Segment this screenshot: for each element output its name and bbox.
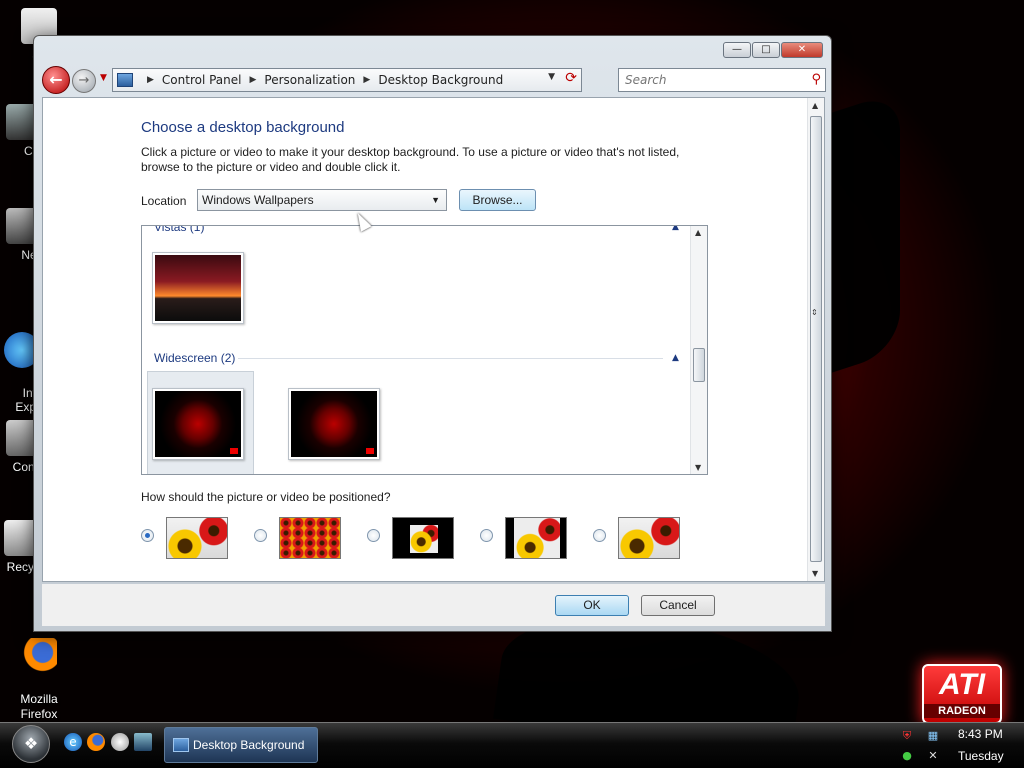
position-option-fill[interactable] [141, 517, 241, 561]
show-desktop-icon[interactable] [134, 733, 152, 751]
wallpaper-gallery[interactable]: Vistas (1) ▲ Widescreen (2) ▲ ▲ ▼ [141, 225, 708, 475]
position-radio[interactable] [593, 529, 606, 542]
scrollbar-thumb[interactable] [810, 116, 822, 562]
address-bar[interactable]: ▶ Control Panel ▶ Personalization ▶ Desk… [112, 68, 582, 92]
wallpaper-image [155, 255, 241, 321]
ok-button[interactable]: OK [555, 595, 629, 616]
caption-buttons: — □ ✕ [722, 42, 823, 58]
clock-time[interactable]: 8:43 PM [958, 727, 1003, 741]
back-button[interactable]: ← [42, 66, 70, 94]
dialog-footer: OK Cancel [42, 584, 825, 626]
search-input[interactable] [619, 69, 799, 91]
control-panel-icon [117, 73, 133, 87]
scroll-up-icon[interactable]: ▲ [812, 101, 818, 110]
location-value: Windows Wallpapers [202, 193, 314, 207]
location-label: Location [141, 194, 187, 208]
close-button[interactable]: ✕ [781, 42, 823, 58]
position-option-fit[interactable] [480, 517, 580, 561]
address-dropdown-icon[interactable]: ▼ [548, 72, 555, 82]
wallpaper-image [291, 391, 377, 457]
internet-explorer-icon[interactable]: e [64, 733, 82, 751]
breadcrumb-personalization[interactable]: Personalization [264, 73, 355, 87]
firefox-icon [21, 638, 57, 674]
desktop-icon-internet-explorer[interactable]: Int Exp [0, 318, 40, 428]
logo-subtext: RADEON [924, 704, 1000, 718]
cancel-button[interactable]: Cancel [641, 595, 715, 616]
search-box[interactable]: ⚲ [618, 68, 826, 92]
desktop-icon-label: Int Exp [15, 386, 36, 414]
logo-text: ATI [938, 668, 986, 701]
position-option-stretch[interactable] [593, 517, 693, 561]
desktop-icon-recycle-bin[interactable]: Recy [0, 520, 40, 574]
breadcrumb-control-panel[interactable]: Control Panel [162, 73, 242, 87]
position-radio[interactable] [480, 529, 493, 542]
clock-day[interactable]: Tuesday [958, 749, 1004, 763]
position-radio[interactable] [141, 529, 154, 542]
position-radio[interactable] [367, 529, 380, 542]
chevron-right-icon[interactable]: ▶ [147, 75, 154, 85]
group-header-vistas[interactable]: Vistas (1) [154, 226, 204, 234]
firefox-icon[interactable] [87, 733, 105, 751]
refresh-icon[interactable]: ⟳ [565, 70, 577, 86]
gallery-scrollbar[interactable]: ▲ ▼ [690, 226, 707, 474]
scroll-up-icon[interactable]: ▲ [695, 228, 701, 237]
center-preview-image[interactable] [392, 517, 454, 559]
start-button[interactable]: ❖ [12, 725, 50, 763]
network-status-icon[interactable]: ▦ [926, 729, 940, 743]
chevron-right-icon[interactable]: ▶ [250, 75, 257, 85]
collapse-icon[interactable]: ▲ [672, 226, 679, 232]
intro-text: Click a picture or video to make it your… [141, 145, 701, 175]
content-scrollbar[interactable]: ▲ ⇕ ▼ [807, 98, 824, 581]
search-icon[interactable]: ⚲ [811, 72, 821, 87]
page-title: Choose a desktop background [141, 119, 345, 136]
media-player-icon[interactable] [111, 733, 129, 751]
recent-pages-dropdown-icon[interactable]: ▼ [100, 73, 107, 83]
content-pane: Choose a desktop background Click a pict… [42, 97, 825, 582]
scroll-down-icon[interactable]: ▼ [695, 463, 701, 472]
minimize-button[interactable]: — [723, 42, 751, 58]
navigation-bar: ← → ▼ ▶ Control Panel ▶ Personalization … [42, 66, 826, 96]
browse-button[interactable]: Browse... [459, 189, 536, 211]
group-divider [238, 358, 663, 359]
volume-muted-icon[interactable]: ✕ [926, 749, 940, 763]
scroll-grip-icon: ⇕ [811, 308, 818, 317]
chevron-right-icon[interactable]: ▶ [363, 75, 370, 85]
wallpaper-thumbnail[interactable] [152, 388, 244, 460]
intro-line: browse to the picture or video and doubl… [141, 160, 401, 174]
windows-defender-icon[interactable]: ● [900, 749, 914, 763]
taskbar-item-label: Desktop Background [193, 738, 305, 752]
group-header-widescreen[interactable]: Widescreen (2) [154, 351, 235, 365]
desktop-icon-label: Mozilla Firefox [20, 692, 58, 721]
scroll-down-icon[interactable]: ▼ [812, 569, 818, 578]
position-option-center[interactable] [367, 517, 467, 561]
desktop-icon-mozilla-firefox[interactable]: Mozilla Firefox [4, 624, 74, 736]
location-dropdown[interactable]: Windows Wallpapers ▼ [197, 189, 447, 211]
taskbar: ❖ e Desktop Background ⛨ ▦ ● ✕ 8:43 PM T… [0, 722, 1024, 768]
scrollbar-thumb[interactable] [693, 348, 705, 382]
chevron-down-icon: ▼ [431, 195, 440, 205]
control-panel-icon [173, 738, 189, 752]
taskbar-item-desktop-background[interactable]: Desktop Background [164, 727, 318, 763]
tile-preview-image[interactable] [279, 517, 341, 559]
position-question: How should the picture or video be posit… [141, 490, 391, 504]
wallpaper-thumbnail[interactable] [288, 388, 380, 460]
intro-line: Click a picture or video to make it your… [141, 145, 680, 159]
security-shield-icon[interactable]: ⛨ [900, 729, 914, 743]
wallpaper-thumbnail[interactable] [152, 252, 244, 324]
wallpaper-image [155, 391, 241, 457]
fill-preview-image[interactable] [166, 517, 228, 559]
desktop-background-window: — □ ✕ ← → ▼ ▶ Control Panel ▶ Personaliz… [33, 35, 832, 632]
collapse-icon[interactable]: ▲ [672, 353, 679, 363]
breadcrumb-desktop-background[interactable]: Desktop Background [378, 73, 503, 87]
fit-preview-image[interactable] [505, 517, 567, 559]
desktop-icon-label: Recy [6, 560, 34, 574]
position-radio[interactable] [254, 529, 267, 542]
maximize-button[interactable]: □ [752, 42, 780, 58]
ati-radeon-logo: ATI RADEON [922, 664, 1002, 724]
forward-button[interactable]: → [72, 69, 96, 93]
position-option-tile[interactable] [254, 517, 354, 561]
stretch-preview-image[interactable] [618, 517, 680, 559]
